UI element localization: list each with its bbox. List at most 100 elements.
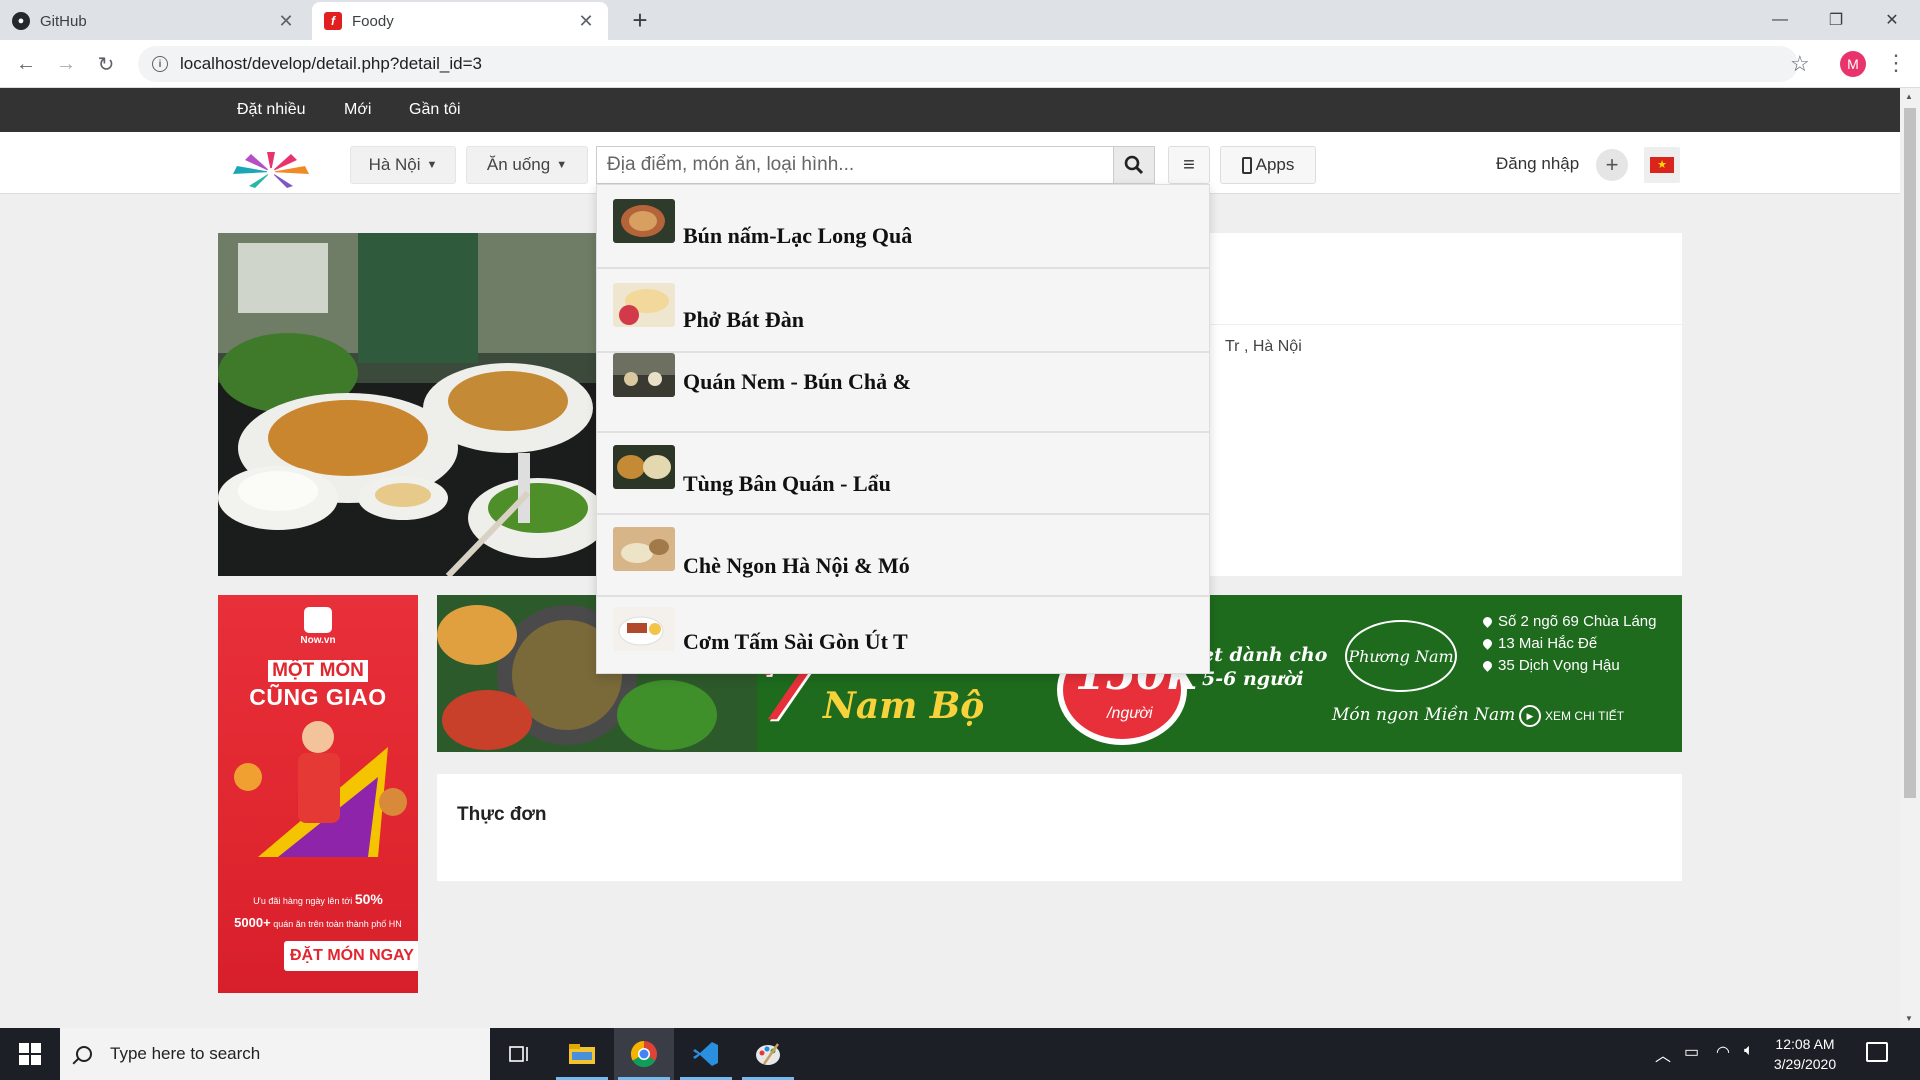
battery-icon[interactable]: ▭: [1684, 1042, 1699, 1062]
chrome-icon[interactable]: [614, 1028, 674, 1080]
delivery-illustration: [234, 721, 407, 857]
file-explorer-icon[interactable]: [552, 1028, 612, 1080]
bookmark-star-icon[interactable]: ☆: [1790, 51, 1810, 77]
close-window-button[interactable]: ✕: [1864, 0, 1920, 40]
address-1: Số 2 ngõ 69 Chùa Láng: [1498, 613, 1657, 630]
suggestion-name: Quán Nem - Bún Chả &: [683, 369, 911, 394]
nav-link-moi[interactable]: Mới: [344, 101, 371, 119]
info-icon[interactable]: i: [152, 56, 168, 72]
nav-link-dat-nhieu[interactable]: Đặt nhiều: [237, 101, 306, 119]
promo1-value: 50%: [354, 891, 383, 907]
banner-title: Nam Bộ: [823, 685, 985, 727]
suggestion-thumbnail: [613, 283, 675, 327]
nav-link-gan-toi[interactable]: Gần tôi: [409, 101, 461, 119]
search-button[interactable]: [1113, 146, 1155, 184]
suggestion-name: Bún nấm-Lạc Long Quâ: [683, 223, 913, 248]
vscode-icon[interactable]: [676, 1028, 736, 1080]
suggestion-thumbnail: [613, 527, 675, 571]
tab-title: GitHub: [40, 12, 87, 30]
restore-button[interactable]: ❐: [1808, 0, 1864, 40]
tab-foody[interactable]: f Foody ✕: [312, 2, 608, 40]
address-2: 13 Mai Hắc Đế: [1498, 635, 1598, 652]
scroll-down-icon[interactable]: ▼: [1905, 1014, 1915, 1023]
show-hidden-icons[interactable]: ︿: [1655, 1042, 1671, 1066]
new-tab-button[interactable]: +: [626, 6, 654, 34]
scroll-thumb[interactable]: [1904, 108, 1916, 798]
play-icon: ▶: [1519, 705, 1541, 727]
dinner-line1: et dành cho: [1202, 644, 1328, 666]
back-icon[interactable]: ←: [12, 50, 40, 78]
see-details-link[interactable]: ▶ XEM CHI TIẾT: [1519, 705, 1624, 727]
suggestion-item[interactable]: Quán Nem - Bún Chả &: [597, 353, 1209, 433]
suggestion-name: Cơm Tấm Sài Gòn Út T: [683, 629, 908, 654]
profile-avatar[interactable]: M: [1840, 51, 1866, 77]
apps-label: Apps: [1255, 155, 1295, 174]
banner-address-list: Số 2 ngõ 69 Chùa Láng 13 Mai Hắc Đế 35 D…: [1481, 611, 1657, 677]
notification-icon[interactable]: [1866, 1042, 1888, 1062]
foody-icon: f: [324, 12, 342, 30]
flag-star: ★: [1657, 158, 1667, 171]
order-now-button[interactable]: ĐẶT MÓN NGAY: [284, 941, 418, 971]
suggestion-item[interactable]: Phở Bát Đàn: [597, 269, 1209, 353]
minimize-button[interactable]: —: [1752, 0, 1808, 40]
windows-taskbar: Type here to search ︿ ▭ ◠ 🔈︎ 12:08 AM 3/…: [0, 1028, 1920, 1080]
task-view-icon[interactable]: [490, 1028, 550, 1080]
pin-icon: [1481, 659, 1494, 672]
github-icon: ●: [12, 12, 30, 30]
suggestion-name: Phở Bát Đàn: [683, 307, 804, 332]
category-dropdown[interactable]: Ăn uống ▼: [466, 146, 588, 184]
taskbar-search[interactable]: Type here to search: [60, 1028, 490, 1080]
page-scrollbar[interactable]: ▲ ▼: [1900, 88, 1920, 1028]
dinner-line2: 5-6 người: [1202, 668, 1304, 690]
divider: [1210, 324, 1682, 325]
suggestion-thumbnail: [613, 199, 675, 243]
phone-icon: [1241, 156, 1252, 174]
clock-date: 3/29/2020: [1773, 1056, 1837, 1072]
city-dropdown[interactable]: Hà Nội ▼: [350, 146, 456, 184]
suggestion-thumbnail: [613, 353, 675, 397]
now-logo-icon: [304, 607, 332, 633]
system-clock[interactable]: 12:08 AM 3/29/2020: [1760, 1034, 1850, 1074]
close-icon[interactable]: ✕: [576, 11, 596, 32]
login-link[interactable]: Đăng nhập: [1496, 154, 1579, 174]
see-details-label: XEM CHI TIẾT: [1545, 709, 1625, 723]
taskbar-search-placeholder: Type here to search: [110, 1044, 261, 1063]
close-icon[interactable]: ✕: [276, 11, 296, 32]
site-logo[interactable]: [226, 146, 316, 196]
forward-icon[interactable]: →: [52, 50, 80, 78]
paint-icon[interactable]: [738, 1028, 798, 1080]
suggestion-item[interactable]: Chè Ngon Hà Nội & Mó: [597, 515, 1209, 597]
tab-github[interactable]: ● GitHub ✕: [0, 2, 308, 40]
suggestion-item[interactable]: Bún nấm-Lạc Long Quâ: [597, 185, 1209, 269]
apps-button[interactable]: Apps: [1220, 146, 1316, 184]
menu-title: Thực đơn: [457, 804, 547, 825]
search-icon: [1124, 155, 1144, 175]
url-text[interactable]: localhost/develop/detail.php?detail_id=3: [180, 54, 482, 74]
wifi-icon[interactable]: ◠: [1716, 1042, 1730, 1062]
browser-menu-icon[interactable]: ⋮: [1885, 50, 1907, 76]
scroll-up-icon[interactable]: ▲: [1905, 92, 1915, 101]
search-input[interactable]: [596, 146, 1114, 184]
add-icon[interactable]: +: [1596, 149, 1628, 181]
banner-address: 35 Dịch Vọng Hậu: [1481, 655, 1656, 677]
vietnam-flag-icon: ★: [1650, 157, 1674, 173]
now-ad-banner[interactable]: Now.vn MỘT MÓN CŨNG GIAO Ưu đãi hàng ngà…: [218, 595, 418, 993]
start-button[interactable]: [0, 1028, 60, 1080]
tab-strip: ● GitHub ✕ f Foody ✕ + — ❐ ✕: [0, 0, 1920, 40]
omnibox[interactable]: i localhost/develop/detail.php?detail_id…: [138, 46, 1798, 82]
language-button[interactable]: ★: [1644, 147, 1680, 183]
hamburger-menu-icon[interactable]: ≡: [1168, 146, 1210, 184]
suggestion-thumbnail: [613, 607, 675, 651]
now-brand: Now.vn: [300, 635, 336, 646]
volume-icon[interactable]: 🔈︎: [1744, 1042, 1754, 1060]
search-icon: [76, 1046, 92, 1062]
reload-icon[interactable]: ↻: [92, 50, 120, 78]
suggestion-thumbnail: [613, 445, 675, 489]
suggestion-item[interactable]: Cơm Tấm Sài Gòn Út T: [597, 597, 1209, 673]
tab-title: Foody: [352, 12, 394, 30]
phuong-nam-logo: Phương Nam: [1345, 620, 1457, 692]
caret-down-icon: ▼: [426, 159, 438, 171]
banner-address: 13 Mai Hắc Đế: [1481, 633, 1656, 655]
top-nav: Đặt nhiều Mới Gần tôi: [0, 88, 1900, 132]
suggestion-item[interactable]: Tùng Bân Quán - Lẩu: [597, 433, 1209, 515]
